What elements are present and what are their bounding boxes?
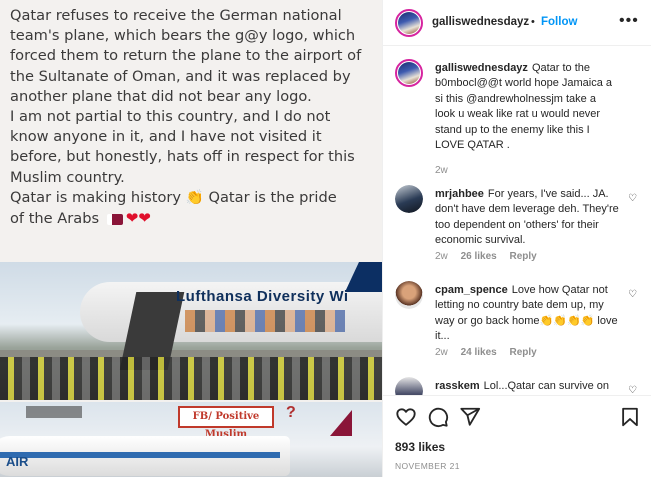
arabic-text-graphic: [26, 406, 82, 418]
airplane-livery-text: Lufthansa Diversity Wi: [176, 288, 349, 305]
comment-username[interactable]: rasskem: [435, 380, 480, 392]
comment-username[interactable]: cpam_spence: [435, 284, 508, 296]
comment-likes[interactable]: 26 likes: [461, 251, 497, 262]
airplane-photo: Lufthansa Diversity Wi: [0, 262, 382, 400]
caption-avatar[interactable]: [395, 59, 423, 87]
second-airplane-photo: FB/ Positive Muslim ? AIR: [0, 402, 382, 477]
comment-time: 2w: [435, 251, 448, 262]
reply-button[interactable]: Reply: [510, 347, 537, 358]
reply-button[interactable]: Reply: [510, 251, 537, 262]
comment-like-icon[interactable]: ♡: [628, 289, 637, 300]
comment-icon[interactable]: [427, 406, 449, 428]
avatar[interactable]: [395, 185, 423, 213]
qatar-flag-icon: [106, 213, 123, 225]
more-icon[interactable]: •••: [619, 12, 639, 30]
comment-username[interactable]: mrjahbee: [435, 188, 484, 200]
heart-icon[interactable]: [395, 406, 417, 428]
post-header: galliswednesdayz • Follow •••: [383, 0, 651, 46]
bookmark-icon[interactable]: [619, 406, 641, 428]
air-tag-text: AIR: [6, 454, 29, 469]
comments-list[interactable]: galliswednesdayz Qatar to the b0mbocl@@t …: [383, 47, 651, 395]
comment-text: mrjahbee For years, I've said... JA. don'…: [435, 188, 619, 247]
action-bar: 893 likes NOVEMBER 21: [383, 395, 651, 477]
header-username[interactable]: galliswednesdayz: [432, 16, 529, 28]
comment-text: cpam_spence Love how Qatar not letting no…: [435, 284, 618, 343]
share-icon[interactable]: [459, 406, 481, 428]
caption-username[interactable]: galliswednesdayz: [435, 62, 528, 74]
comment-time: 2w: [435, 347, 448, 358]
caption-meta: 2w: [435, 165, 448, 176]
avatar[interactable]: [395, 9, 423, 37]
post-image-text: Qatar refuses to receive the German nati…: [10, 7, 362, 228]
question-mark: ?: [286, 404, 296, 421]
heart-emoji-icon: ❤❤: [125, 209, 151, 228]
caption-text: galliswednesdayz Qatar to the b0mbocl@@t …: [435, 62, 613, 152]
comment-meta: 2w 24 likes Reply: [435, 347, 547, 358]
post-image[interactable]: Qatar refuses to receive the German nati…: [0, 0, 382, 477]
follow-button[interactable]: Follow: [541, 16, 577, 28]
positive-muslim-banner: FB/ Positive Muslim: [178, 406, 274, 440]
avatar[interactable]: [395, 377, 423, 395]
avatar[interactable]: [395, 281, 423, 309]
post-side-panel: galliswednesdayz • Follow ••• galliswedn…: [382, 0, 651, 477]
comment-like-icon[interactable]: ♡: [628, 193, 637, 204]
comment-text: rasskem Lol...Qatar can survive on: [435, 380, 609, 392]
separator-dot: •: [531, 16, 535, 28]
likes-count[interactable]: 893 likes: [395, 440, 445, 454]
comment-likes[interactable]: 24 likes: [461, 347, 497, 358]
clap-emoji-icon: 👏: [185, 188, 204, 206]
post-date[interactable]: NOVEMBER 21: [395, 461, 460, 471]
comment-meta: 2w 26 likes Reply: [435, 251, 547, 262]
comment-like-icon[interactable]: ♡: [628, 385, 637, 395]
